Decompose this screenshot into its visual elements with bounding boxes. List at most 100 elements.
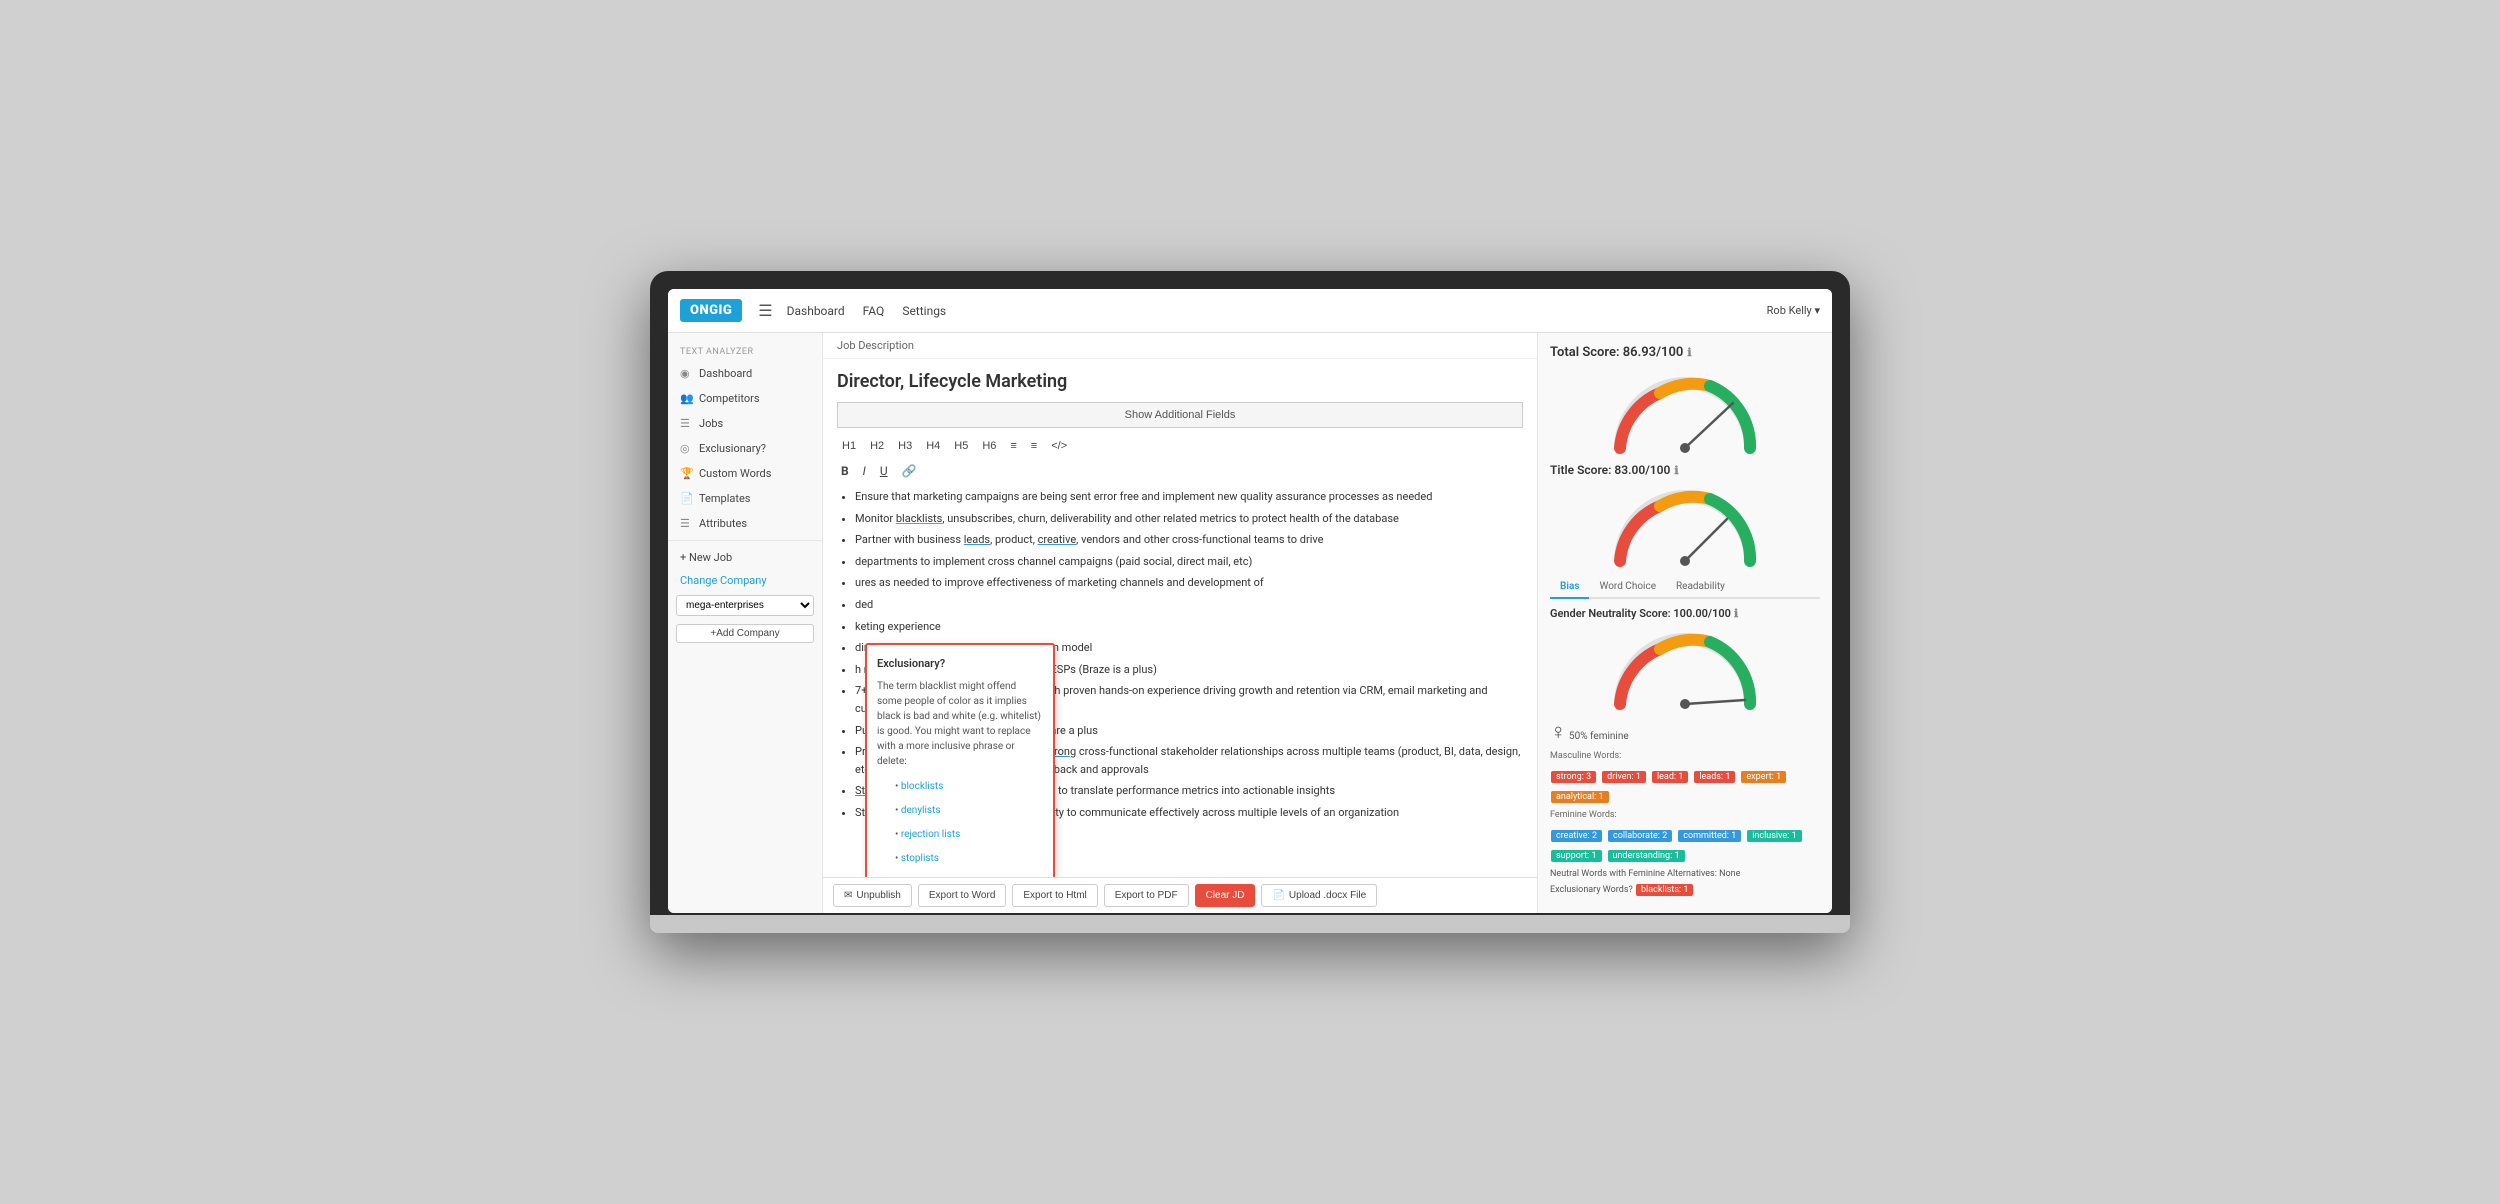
heading-h4-button[interactable]: H4 xyxy=(921,438,945,454)
info-icon-title[interactable]: ℹ xyxy=(1674,464,1678,477)
sidebar-item-attributes[interactable]: ☰ Attributes xyxy=(668,511,822,536)
clear-jd-button[interactable]: Clear JD xyxy=(1195,884,1256,907)
custom-words-icon: 🏆 xyxy=(680,467,693,480)
tab-word-choice[interactable]: Word Choice xyxy=(1589,576,1666,599)
upload-label: Upload .docx File xyxy=(1289,890,1366,901)
laptop-base xyxy=(650,915,1850,933)
masc-tag-driven: driven: 1 xyxy=(1602,771,1646,783)
title-score-label: Title Score: 83.00/100 xyxy=(1550,463,1670,477)
sidebar-item-jobs[interactable]: ☰ Jobs xyxy=(668,411,822,436)
breadcrumb: Job Description xyxy=(837,339,914,352)
top-navbar: ONGIG ☰ Dashboard FAQ Settings Rob Kelly… xyxy=(668,289,1832,333)
heading-h2-button[interactable]: H2 xyxy=(865,438,889,454)
delete-item[interactable]: 🗑 Delete xyxy=(895,873,1043,877)
editor-panel: Director, Lifecycle Marketing Show Addit… xyxy=(823,359,1537,877)
nav-faq[interactable]: FAQ xyxy=(863,304,885,318)
mail-icon: ✉ xyxy=(844,890,852,901)
user-menu[interactable]: Rob Kelly ▾ xyxy=(1767,304,1820,317)
sidebar-item-label: Custom Words xyxy=(699,467,771,480)
suggestion-stoplists[interactable]: stoplists xyxy=(901,853,939,864)
heading-h1-button[interactable]: H1 xyxy=(837,438,861,454)
suggestion-blocklists[interactable]: blocklists xyxy=(901,781,944,792)
code-button[interactable]: </> xyxy=(1046,438,1072,454)
fem-tag-creative: creative: 2 xyxy=(1551,830,1602,842)
sidebar-item-label: Competitors xyxy=(699,392,760,405)
sidebar-item-label: Jobs xyxy=(699,417,723,430)
masculine-tags: strong: 3 driven: 1 lead: 1 leads: 1 exp… xyxy=(1550,764,1820,804)
sidebar: TEXT ANALYZER ◉ Dashboard 👥 Competitors … xyxy=(668,333,823,913)
nav-settings[interactable]: Settings xyxy=(902,304,946,318)
export-pdf-button[interactable]: Export to PDF xyxy=(1104,884,1189,907)
sidebar-item-templates[interactable]: 📄 Templates xyxy=(668,486,822,511)
word-leads: leads xyxy=(964,533,990,546)
fem-tag-inclusive: inclusive: 1 xyxy=(1747,830,1801,842)
suggestion-item[interactable]: rejection lists xyxy=(895,825,1043,845)
popup-body: The term blacklist might offend some peo… xyxy=(877,679,1043,769)
suggestion-item[interactable]: stoplists xyxy=(895,849,1043,869)
heading-h6-button[interactable]: H6 xyxy=(977,438,1001,454)
gender-indicator: ♀ 50% feminine xyxy=(1550,719,1820,745)
editor-toolbar: H1 H2 H3 H4 H5 H6 ≡ ≡ </> xyxy=(837,438,1523,454)
right-panel: Total Score: 86.93/100 ℹ xyxy=(1537,333,1832,913)
heading-h5-button[interactable]: H5 xyxy=(949,438,973,454)
masc-tag-analytical: analytical: 1 xyxy=(1551,791,1609,803)
content-item: Ensure that marketing campaigns are bein… xyxy=(855,488,1523,506)
unpublish-label: Unpublish xyxy=(856,890,900,901)
link-button[interactable]: 🔗 xyxy=(898,462,921,480)
suggestion-item[interactable]: denylists xyxy=(895,801,1043,821)
suggestion-denylists[interactable]: denylists xyxy=(901,805,941,816)
sidebar-item-custom-words[interactable]: 🏆 Custom Words xyxy=(668,461,822,486)
sidebar-item-competitors[interactable]: 👥 Competitors xyxy=(668,386,822,411)
gender-neutrality-title: Gender Neutrality Score: 100.00/100 ℹ xyxy=(1550,607,1820,620)
templates-icon: 📄 xyxy=(680,492,693,505)
info-icon-total[interactable]: ℹ xyxy=(1687,346,1691,359)
content-item: keting experience xyxy=(855,618,1523,636)
export-html-button[interactable]: Export to Html xyxy=(1012,884,1097,907)
ordered-list-button[interactable]: ≡ xyxy=(1026,438,1042,454)
heading-h3-button[interactable]: H3 xyxy=(893,438,917,454)
info-icon-gender[interactable]: ℹ xyxy=(1734,607,1738,620)
suggestion-item[interactable]: blocklists xyxy=(895,777,1043,797)
add-company-button[interactable]: +Add Company xyxy=(676,624,814,643)
upload-docx-button[interactable]: 📄 Upload .docx File xyxy=(1261,884,1377,907)
tab-bias[interactable]: Bias xyxy=(1550,576,1589,599)
logo-text: ON xyxy=(690,303,709,318)
bold-button[interactable]: B xyxy=(837,462,853,480)
unpublish-button[interactable]: ✉ Unpublish xyxy=(833,884,912,907)
sidebar-label: TEXT ANALYZER xyxy=(668,341,822,361)
editor-content[interactable]: Exclusionary? The term blacklist might o… xyxy=(837,488,1523,822)
word-creative: creative xyxy=(1038,533,1077,546)
gauge-svg-title xyxy=(1605,481,1765,566)
underline-button[interactable]: U xyxy=(876,462,892,480)
sidebar-item-label: Templates xyxy=(699,492,750,505)
new-job-button[interactable]: + New Job xyxy=(668,545,822,570)
gauge-gender xyxy=(1550,624,1820,709)
popup-title: Exclusionary? xyxy=(877,655,1043,673)
sidebar-item-exclusionary[interactable]: ◎ Exclusionary? xyxy=(668,436,822,461)
content-item: ded xyxy=(855,596,1523,614)
unordered-list-button[interactable]: ≡ xyxy=(1005,438,1021,454)
masc-tag-strong: strong: 3 xyxy=(1551,771,1596,783)
suggestion-rejection-lists[interactable]: rejection lists xyxy=(901,829,960,840)
show-additional-fields-button[interactable]: Show Additional Fields xyxy=(837,402,1523,428)
nav-dashboard[interactable]: Dashboard xyxy=(787,304,845,318)
gauge-total xyxy=(1550,368,1820,453)
hamburger-icon[interactable]: ☰ xyxy=(758,301,772,320)
top-nav-links: Dashboard FAQ Settings xyxy=(787,304,947,318)
popup-suggestions: blocklists denylists rejection lists sto… xyxy=(895,777,1043,877)
content-area: Job Description Director, Lifecycle Mark… xyxy=(823,333,1537,913)
export-word-button[interactable]: Export to Word xyxy=(918,884,1007,907)
dashboard-icon: ◉ xyxy=(680,367,693,380)
masculine-words-row: Masculine Words: strong: 3 driven: 1 lea… xyxy=(1550,751,1820,804)
gauge-svg-total xyxy=(1605,368,1765,453)
change-company-link[interactable]: Change Company xyxy=(668,570,822,591)
italic-button[interactable]: I xyxy=(859,462,870,480)
tab-readability[interactable]: Readability xyxy=(1666,576,1735,599)
format-buttons: B I U 🔗 xyxy=(837,462,1523,480)
feminine-words-row: Feminine Words: creative: 2 collaborate:… xyxy=(1550,810,1820,863)
flagged-word-blacklists[interactable]: blacklists xyxy=(896,512,942,525)
company-select[interactable]: mega-enterprises xyxy=(676,595,814,616)
sidebar-item-dashboard[interactable]: ◉ Dashboard xyxy=(668,361,822,386)
sidebar-item-label: Exclusionary? xyxy=(699,442,766,455)
attributes-icon: ☰ xyxy=(680,517,693,530)
